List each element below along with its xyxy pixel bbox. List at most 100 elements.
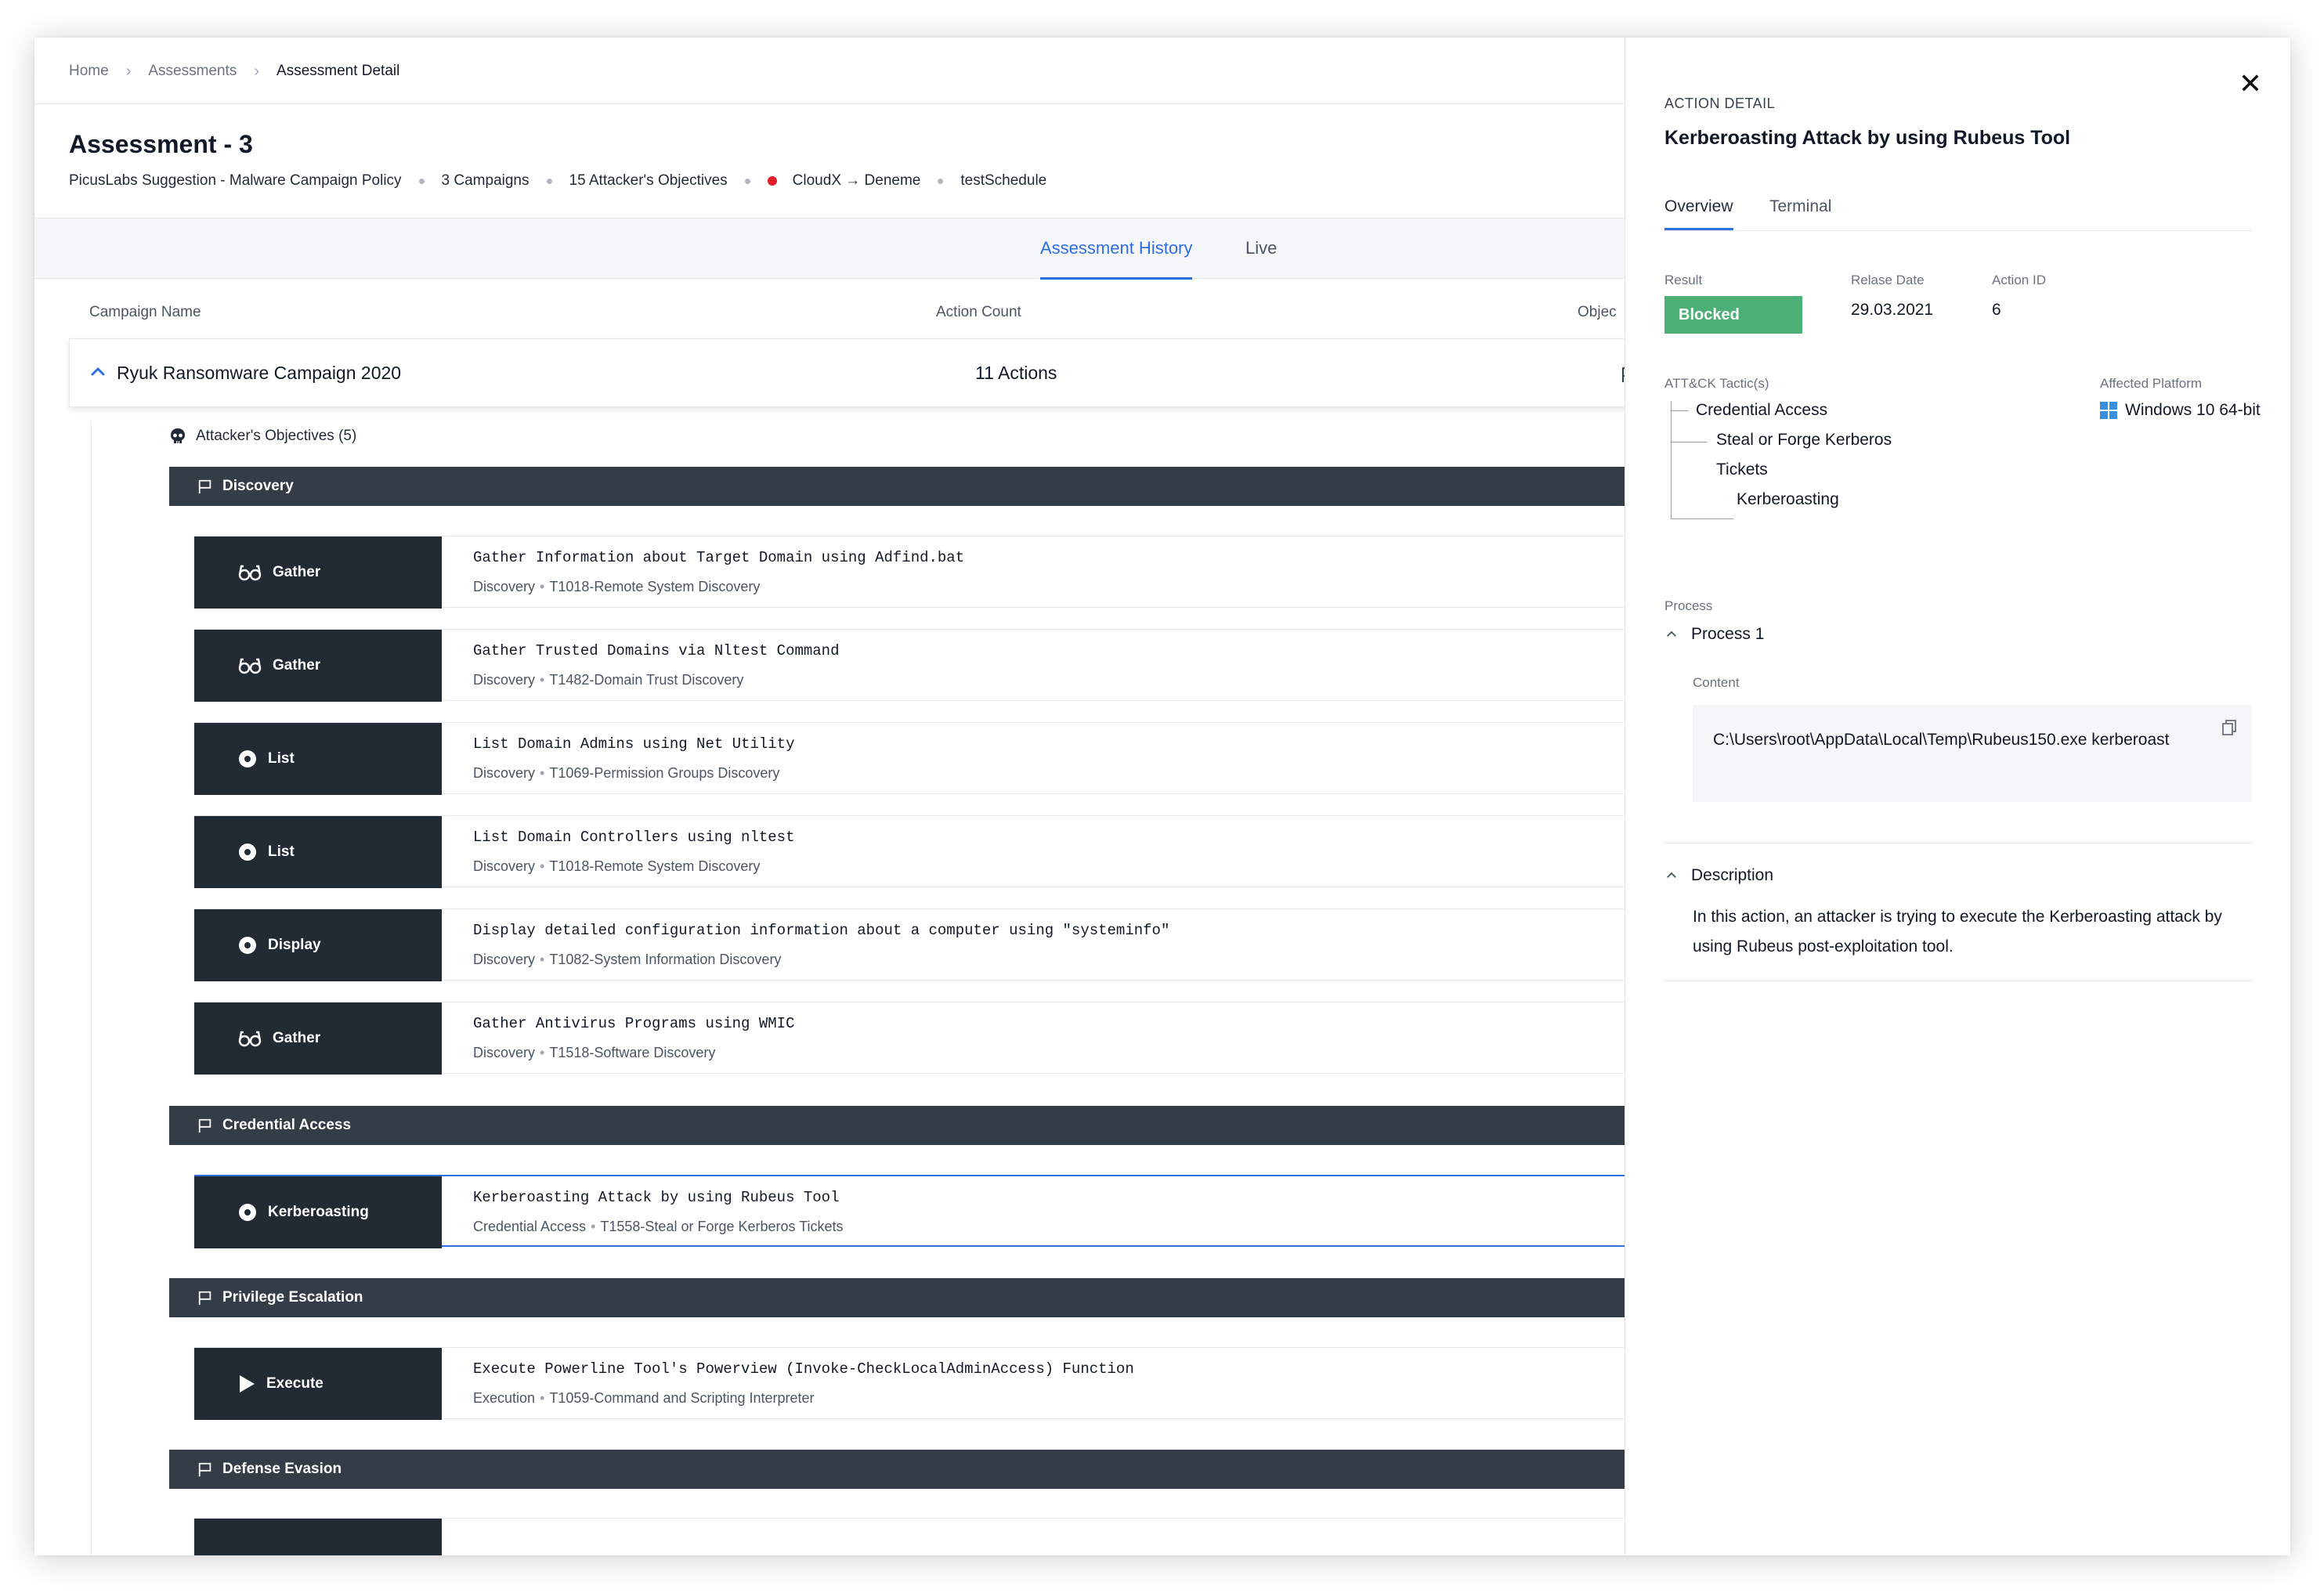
section-credential-access: Credential Access [169, 1106, 1625, 1145]
action-badge: Display [194, 909, 442, 981]
release-date-label: Relase Date [1851, 273, 1925, 287]
action-tactic: Discovery [473, 952, 536, 967]
panel-eyebrow: ACTION DETAIL [1664, 96, 1776, 111]
action-tactic: Discovery [473, 579, 536, 594]
action-tactic: Discovery [473, 765, 536, 781]
chevron-up-icon[interactable] [89, 363, 107, 381]
tab-assessment-history[interactable]: Assessment History [1040, 219, 1193, 280]
tactic-label: ATT&CK Tactic(s) [1664, 376, 1769, 391]
action-technique: T1059-Command and Scripting Interpreter [549, 1390, 815, 1406]
action-technique: T1558-Steal or Forge Kerberos Tickets [600, 1219, 844, 1234]
action-verb: Display [268, 937, 321, 953]
action-title: Display detailed configuration informati… [473, 922, 1170, 939]
chevron-right-icon: › [254, 62, 260, 80]
tab-live[interactable]: Live [1245, 219, 1277, 280]
flag-icon [198, 479, 211, 494]
tactic-level-3: Kerberoasting [1737, 490, 1839, 508]
action-row[interactable]: Execute Execute Powerline Tool's Powervi… [194, 1347, 1625, 1420]
tactic-level-2-cont: Tickets [1716, 461, 1768, 479]
description-toggle[interactable]: Description [1664, 866, 1773, 885]
action-badge: Gather [194, 536, 442, 609]
action-badge: List [194, 723, 442, 795]
platform: Windows 10 64-bit [2100, 401, 2261, 420]
action-technique: T1018-Remote System Discovery [549, 858, 761, 874]
action-subtitle: Credential Access • T1558-Steal or Forge K… [473, 1219, 844, 1234]
chevron-up-icon[interactable] [1664, 869, 1679, 883]
action-subtitle: Discovery • T1082-System Information Disco… [473, 952, 782, 967]
tab-terminal[interactable]: Terminal [1769, 197, 1831, 230]
action-title: Gather Trusted Domains via Nltest Comman… [473, 642, 840, 659]
platform-value: Windows 10 64-bit [2125, 401, 2261, 419]
column-campaign-name[interactable]: Campaign Name [89, 304, 201, 321]
play-icon [238, 1374, 255, 1393]
campaign-name: Ryuk Ransomware Campaign 2020 [117, 363, 402, 383]
separator-dot [744, 178, 750, 184]
action-row[interactable] [194, 1518, 1625, 1555]
separator-dot [546, 178, 552, 184]
tab-bar: Assessment History Live [34, 218, 1625, 280]
chevron-up-icon[interactable] [1664, 627, 1679, 641]
content-label: Content [1693, 675, 1740, 690]
agent-status-dot [767, 176, 777, 186]
process-toggle[interactable]: Process 1 [1664, 625, 1764, 644]
dot-circle-icon [238, 843, 257, 862]
action-subtitle: Discovery • T1518-Software Discovery [473, 1045, 716, 1060]
action-verb: Gather [273, 1030, 321, 1046]
main-content: Home › Assessments › Assessment Detail A… [34, 38, 1625, 1555]
schedule-name: testSchedule [960, 172, 1047, 189]
breadcrumb-home[interactable]: Home [69, 63, 109, 80]
separator-dot [938, 178, 944, 184]
action-row[interactable]: Gather Gather Trusted Domains via Nltest… [194, 629, 1625, 702]
tactic-tree: Credential Access Steal or Forge Kerbero… [1664, 401, 1978, 558]
section-discovery: Discovery [169, 467, 1625, 506]
action-technique: T1518-Software Discovery [549, 1045, 716, 1060]
copy-icon[interactable] [2221, 719, 2238, 736]
campaign-action-count: 11 Actions [975, 363, 1057, 383]
glasses-icon [238, 564, 262, 581]
action-title: List Domain Controllers using nltest [473, 829, 795, 846]
breadcrumb-assessments[interactable]: Assessments [148, 63, 237, 80]
action-subtitle: Discovery • T1069-Permission Groups Discov… [473, 765, 780, 781]
column-action-count[interactable]: Action Count [936, 304, 1021, 321]
action-verb: Kerberoasting [268, 1204, 369, 1220]
action-badge: List [194, 816, 442, 888]
action-row-selected[interactable]: Kerberoasting Kerberoasting Attack by us… [194, 1175, 1625, 1248]
action-badge: Gather [194, 1002, 442, 1075]
action-row[interactable]: Display Display detailed configuration i… [194, 908, 1625, 981]
action-row[interactable]: Gather Gather Information about Target D… [194, 536, 1625, 609]
tab-divider [1664, 230, 2252, 231]
section-title: Discovery [222, 478, 294, 494]
section-title: Credential Access [222, 1117, 352, 1133]
description-label: Description [1691, 866, 1774, 884]
action-row[interactable]: List List Domain Controllers using nltes… [194, 815, 1625, 888]
flag-icon [198, 1118, 211, 1133]
action-tactic: Discovery [473, 672, 536, 688]
dot-circle-icon [238, 1203, 257, 1222]
objective-count: 15 Attacker's Objectives [569, 172, 728, 189]
app-window: Home › Assessments › Assessment Detail A… [34, 38, 2290, 1555]
tree-line [1671, 410, 1688, 411]
action-technique: T1018-Remote System Discovery [549, 579, 761, 594]
tab-overview[interactable]: Overview [1664, 197, 1733, 230]
section-title: Privilege Escalation [222, 1289, 363, 1306]
action-row[interactable]: List List Domain Admins using Net Utilit… [194, 722, 1625, 795]
close-icon[interactable]: ✕ [2239, 67, 2262, 100]
result-badge: Blocked [1664, 296, 1802, 334]
chevron-right-icon: › [125, 62, 132, 80]
action-row[interactable]: Gather Gather Antivirus Programs using W… [194, 1002, 1625, 1075]
dot-circle-icon [238, 750, 257, 768]
content-value: C:\Users\root\AppData\Local\Temp\Rubeus1… [1713, 731, 2170, 749]
skull-icon [171, 428, 185, 443]
action-verb: Gather [273, 564, 321, 580]
column-objective[interactable]: Objec [1578, 304, 1617, 321]
platform-label: Affected Platform [2100, 376, 2203, 391]
tree-line [1671, 518, 1733, 519]
action-title: List Domain Admins using Net Utility [473, 735, 795, 753]
action-verb: List [268, 843, 295, 860]
assessment-meta: PicusLabs Suggestion - Malware Campaign … [69, 172, 1046, 190]
action-subtitle: Discovery • T1482-Domain Trust Discovery [473, 672, 744, 688]
action-subtitle: Discovery • T1018-Remote System Discovery [473, 858, 761, 874]
section-defense-evasion: Defense Evasion [169, 1450, 1625, 1489]
campaign-row[interactable]: Ryuk Ransomware Campaign 2020 11 Actions [69, 338, 1625, 407]
action-id-label: Action ID [1992, 273, 2046, 287]
